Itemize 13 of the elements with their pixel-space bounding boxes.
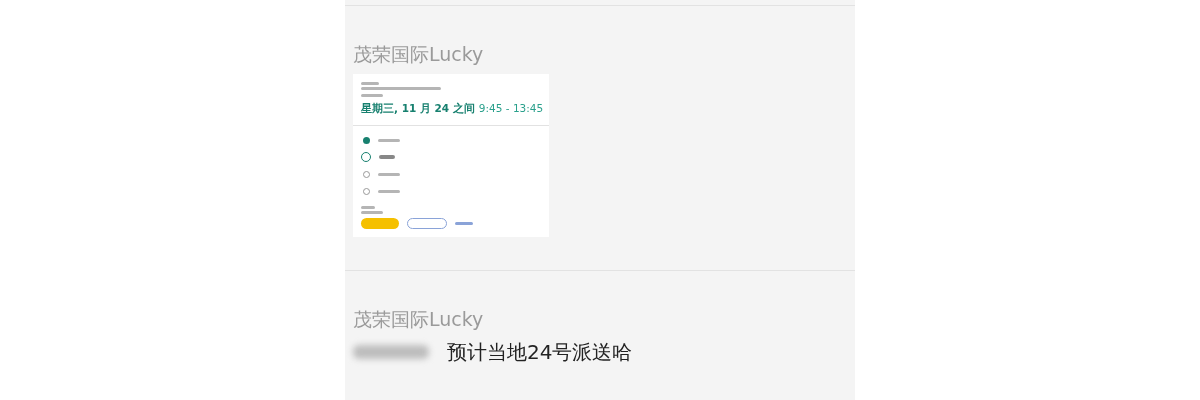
blurred-text — [377, 138, 400, 142]
delivery-date: 星期三, 11 月 24 之间 — [361, 101, 475, 116]
blurred-bold-text — [379, 155, 395, 160]
blurred-text — [377, 172, 400, 176]
blurred-text — [377, 189, 400, 193]
action-button-shape — [361, 218, 399, 229]
delivery-time: 9:45 - 13:45 — [478, 101, 544, 116]
message-text: 预计当地24号派送哈 — [447, 339, 633, 365]
sender-name: 茂荣国际Lucky — [352, 307, 485, 331]
blurred-text — [361, 94, 383, 97]
sender-name: 茂荣国际Lucky — [352, 42, 485, 66]
blurred-link-text — [455, 222, 473, 225]
blurred-text — [361, 82, 379, 85]
